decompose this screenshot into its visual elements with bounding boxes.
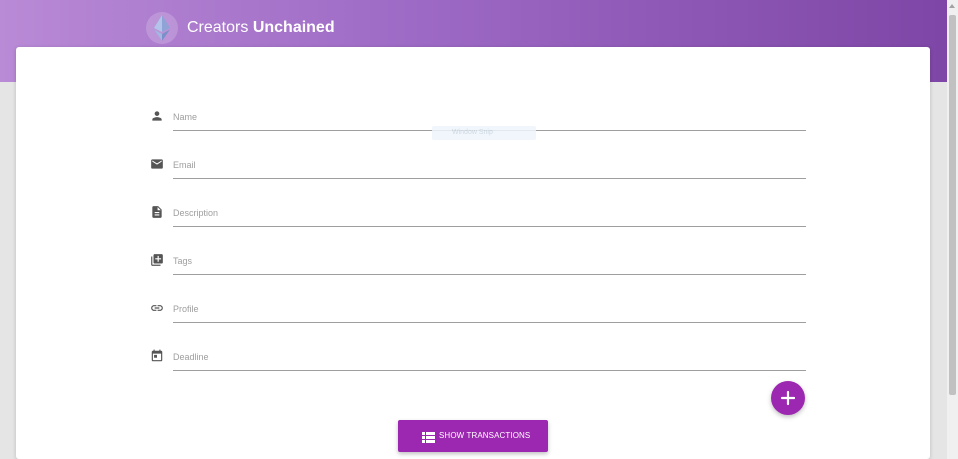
- person-icon: [150, 109, 164, 123]
- email-field-row: [150, 149, 806, 179]
- deadline-field-row: [150, 341, 806, 371]
- scroll-up-icon[interactable]: [949, 4, 955, 8]
- description-icon: [150, 205, 164, 219]
- brand-title-light: Creators: [187, 19, 249, 36]
- link-icon: [150, 301, 164, 315]
- profile-field[interactable]: [173, 293, 806, 323]
- email-field[interactable]: [173, 149, 806, 179]
- show-transactions-button[interactable]: SHOW TRANSACTIONS: [398, 420, 548, 452]
- description-field[interactable]: [173, 197, 806, 227]
- deadline-field[interactable]: [173, 341, 806, 371]
- table-icon: [422, 430, 435, 448]
- description-field-row: [150, 197, 806, 227]
- show-transactions-label: SHOW TRANSACTIONS: [439, 431, 531, 440]
- add-to-library-icon: [150, 253, 164, 267]
- page-scrollbar[interactable]: [947, 0, 958, 459]
- add-button[interactable]: [771, 381, 805, 415]
- window-snip-tooltip: Window Snip: [432, 126, 536, 140]
- calendar-icon: [150, 349, 164, 363]
- window-snip-label: Window Snip: [452, 129, 493, 136]
- email-icon: [150, 157, 164, 171]
- profile-field-row: [150, 293, 806, 323]
- brand-title[interactable]: Creators Unchained: [187, 19, 335, 37]
- ethereum-icon[interactable]: [146, 12, 178, 44]
- tags-field-row: [150, 245, 806, 275]
- scrollbar-thumb[interactable]: [949, 15, 956, 395]
- brand-title-bold: Unchained: [252, 19, 335, 36]
- tags-field[interactable]: [173, 245, 806, 275]
- form-card: SHOW TRANSACTIONS: [16, 47, 930, 459]
